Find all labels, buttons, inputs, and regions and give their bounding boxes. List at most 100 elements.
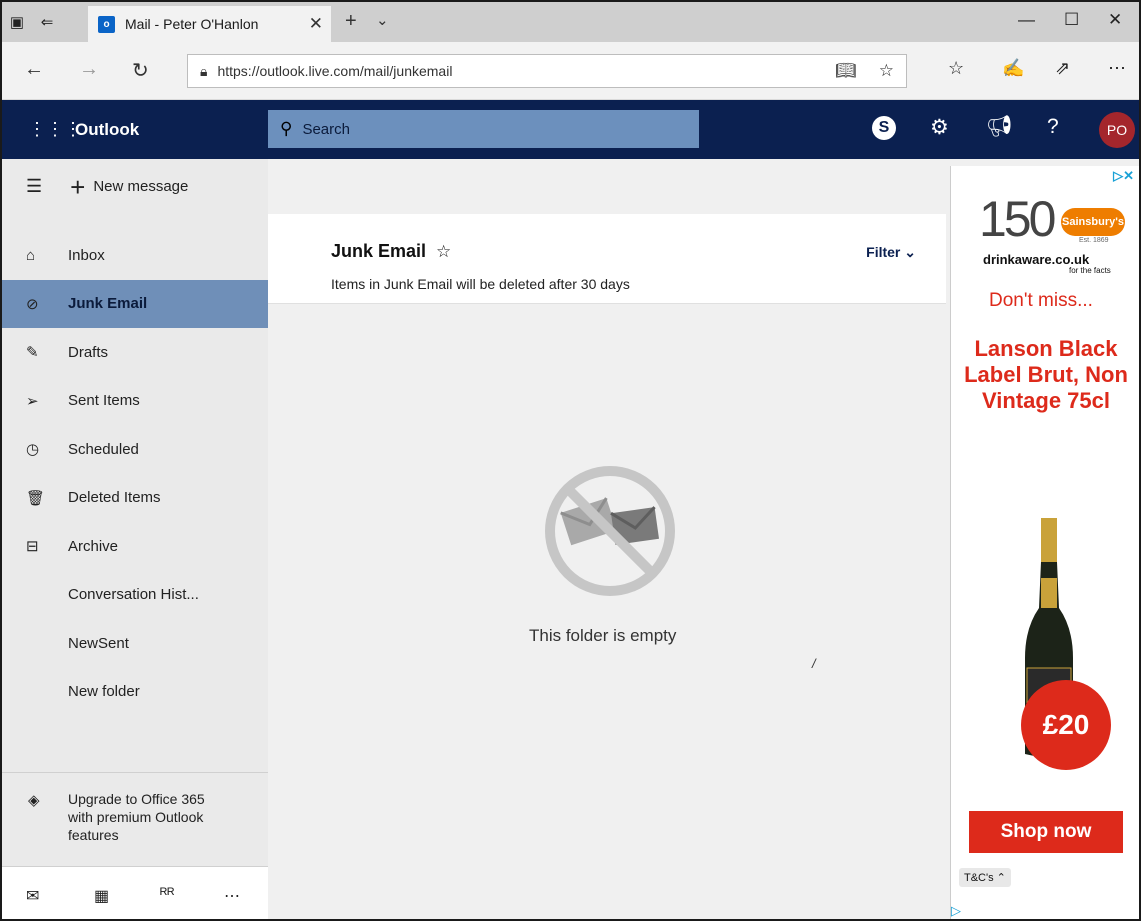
outlook-favicon-icon: o: [98, 15, 115, 33]
ad-headline: Don't miss...: [989, 290, 1093, 311]
pen-notes-icon[interactable]: ✍: [1002, 58, 1024, 79]
tab-strip: ▣ ⇐ o Mail - Peter O'Hanlon ✕ + ⌄ — ☐ ✕: [2, 2, 1139, 42]
new-message-label: New message: [93, 178, 189, 195]
search-box[interactable]: ⚲ Search: [268, 110, 699, 148]
maximize-icon[interactable]: ☐: [1064, 10, 1079, 30]
empty-folder-illustration: [545, 466, 675, 596]
search-input[interactable]: Search: [302, 121, 350, 138]
filter-button[interactable]: Filter ⌄: [866, 244, 916, 261]
stray-mark: /: [812, 656, 816, 671]
tab-actions-icon[interactable]: ▣: [2, 2, 32, 42]
forward-icon[interactable]: →: [79, 58, 99, 81]
app-launcher-icon[interactable]: ⋮⋮⋮: [28, 119, 82, 140]
settings-gear-icon[interactable]: ⚙: [930, 115, 949, 140]
folder-label: Conversation Hist...: [68, 586, 199, 604]
favorite-star-icon[interactable]: ☆: [879, 61, 894, 81]
archive-icon: ⊟: [26, 538, 39, 556]
folder-pane: ☰ + New message ⌂ Inbox ⊘ Junk Email ✎ D…: [2, 159, 268, 919]
command-row: ☰ + New message: [2, 159, 268, 214]
plus-icon: +: [70, 171, 86, 202]
folder-label: Sent Items: [68, 392, 140, 410]
url-text: https://outlook.live.com/mail/junkemail: [217, 63, 453, 79]
folder-item-new-folder[interactable]: New folder: [2, 668, 268, 717]
ad-choices-icon[interactable]: ▷✕: [1113, 168, 1134, 184]
ad-price-badge: £20: [1021, 680, 1111, 770]
back-icon[interactable]: ←: [24, 58, 44, 81]
advertisement[interactable]: ▷✕ 150 Sainsbury's Est. 1869 drinkaware.…: [950, 166, 1139, 919]
send-icon: ➢: [26, 392, 39, 410]
lock-icon: 🔒︎: [200, 62, 208, 79]
ad-brand-logo: Sainsbury's: [1061, 208, 1125, 236]
close-tab-icon[interactable]: ✕: [309, 14, 323, 34]
folder-item-sent-items[interactable]: ➢ Sent Items: [2, 377, 268, 426]
ad-terms-label: T&C's: [964, 872, 994, 884]
mail-icon[interactable]: ✉: [26, 886, 39, 906]
filter-label: Filter: [866, 244, 901, 260]
set-tabs-aside-icon[interactable]: ⇐: [32, 2, 62, 42]
folder-label: Drafts: [68, 343, 109, 361]
more-apps-icon[interactable]: ⋯: [224, 886, 240, 906]
folder-item-archive[interactable]: ⊟ Archive: [2, 522, 268, 571]
folder-item-newsent[interactable]: NewSent: [2, 619, 268, 668]
trash-icon: 🗑︎: [26, 489, 46, 507]
page-title: Junk Email: [331, 241, 427, 261]
ad-anniversary: 150: [979, 191, 1056, 247]
avatar[interactable]: PO: [1099, 112, 1135, 148]
ad-drinkaware: drinkaware.co.uk: [983, 252, 1090, 267]
chevron-down-icon: ⌄: [904, 244, 916, 260]
more-options-icon[interactable]: ⋯: [1108, 58, 1126, 79]
module-switcher: ✉ ▦ ᴿᴿ ⋯: [2, 866, 268, 919]
favorite-folder-star-icon[interactable]: ☆: [436, 242, 451, 262]
favorites-list-icon[interactable]: ☆: [948, 58, 964, 79]
folder-label: New folder: [68, 683, 140, 701]
share-icon[interactable]: ⇗: [1055, 58, 1070, 79]
folder-item-drafts[interactable]: ✎ Drafts: [2, 328, 268, 377]
upgrade-text: Upgrade to Office 365 with premium Outlo…: [68, 791, 205, 843]
refresh-icon[interactable]: ↻: [132, 58, 149, 83]
hamburger-menu-icon[interactable]: ☰: [26, 176, 42, 197]
ad-product-name: Lanson Black Label Brut, Non Vintage 75c…: [964, 336, 1128, 413]
ad-play-icon[interactable]: ▷: [951, 903, 961, 919]
folder-label: Junk Email: [68, 295, 148, 313]
skype-icon[interactable]: S: [872, 116, 896, 140]
folder-list: ⌂ Inbox ⊘ Junk Email ✎ Drafts ➢ Sent Ite…: [2, 231, 268, 716]
upgrade-office-link[interactable]: ◈ Upgrade to Office 365 with premium Out…: [2, 772, 268, 866]
folder-label: Archive: [68, 537, 119, 555]
tab-mail[interactable]: o Mail - Peter O'Hanlon ✕: [88, 6, 331, 42]
folder-item-scheduled[interactable]: ◷ Scheduled: [2, 425, 268, 474]
folder-label: Deleted Items: [68, 489, 161, 507]
close-window-icon[interactable]: ✕: [1108, 10, 1122, 30]
ad-terms-toggle[interactable]: T&C's ⌃: [959, 868, 1011, 887]
tab-preview-chevron-icon[interactable]: ⌄: [376, 11, 389, 29]
outlook-brand[interactable]: Outlook: [75, 120, 139, 140]
folder-item-inbox[interactable]: ⌂ Inbox: [2, 231, 268, 280]
empty-folder-message: This folder is empty: [529, 626, 677, 645]
address-toolbar: ← → ↻ 🔒︎ https://outlook.live.com/mail/j…: [2, 42, 1139, 100]
folder-label: Scheduled: [68, 440, 139, 458]
blocked-icon: ⊘: [26, 295, 39, 313]
new-message-button[interactable]: + New message: [70, 174, 188, 200]
new-tab-icon[interactable]: +: [345, 10, 357, 33]
pencil-icon: ✎: [26, 344, 39, 362]
calendar-icon[interactable]: ▦: [94, 886, 109, 906]
help-icon[interactable]: ?: [1047, 115, 1059, 139]
minimize-icon[interactable]: —: [1018, 10, 1035, 30]
folder-header: Junk Email ☆ Filter ⌄ Items in Junk Emai…: [268, 214, 946, 304]
browser-window: ▣ ⇐ o Mail - Peter O'Hanlon ✕ + ⌄ — ☐ ✕ …: [0, 0, 1141, 921]
people-icon[interactable]: ᴿᴿ: [160, 886, 174, 904]
shop-now-button[interactable]: Shop now: [969, 811, 1123, 853]
reading-view-icon[interactable]: 📖︎: [835, 61, 857, 81]
outlook-header: ⋮⋮⋮ Outlook ⚲ Search S ⚙ 📢︎ ? PO: [2, 100, 1139, 159]
folder-item-junk-email[interactable]: ⊘ Junk Email: [2, 279, 268, 328]
clock-icon: ◷: [26, 441, 40, 459]
address-bar[interactable]: 🔒︎ https://outlook.live.com/mail/junkema…: [187, 54, 907, 88]
search-icon: ⚲: [280, 119, 293, 138]
ad-for-facts: for the facts: [1069, 266, 1111, 275]
folder-item-conversation-history[interactable]: Conversation Hist...: [2, 571, 268, 620]
junk-retention-note: Items in Junk Email will be deleted afte…: [331, 276, 630, 292]
folder-label: Inbox: [68, 246, 105, 264]
whats-new-megaphone-icon[interactable]: 📢︎: [986, 115, 1013, 139]
inbox-icon: ⌂: [26, 246, 36, 264]
ad-est: Est. 1869: [1079, 237, 1109, 244]
folder-item-deleted-items[interactable]: 🗑︎ Deleted Items: [2, 474, 268, 523]
